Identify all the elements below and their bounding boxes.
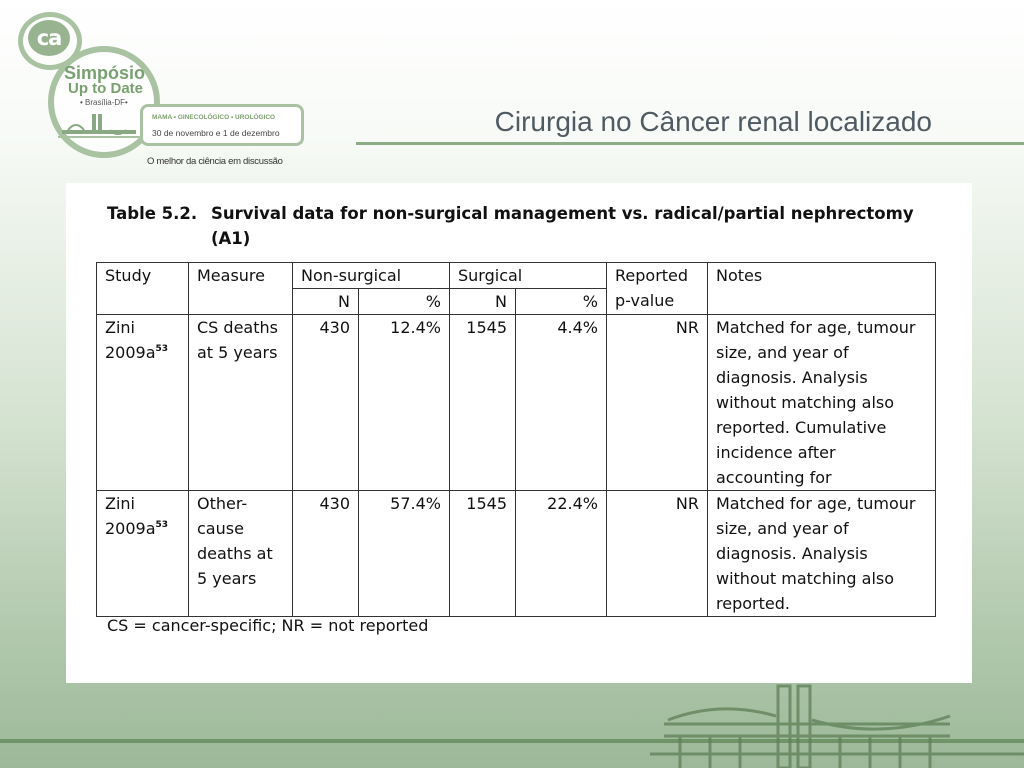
table-caption-line1: Survival data for non-surgical managemen… bbox=[211, 204, 914, 223]
logo-uptodate-text: Up to Date bbox=[68, 80, 143, 97]
table-caption: Table 5.2. Survival data for non-surgical… bbox=[107, 201, 942, 251]
header-non-surgical: Non-surgical bbox=[292, 262, 450, 289]
cell-study: Zini 2009a53 bbox=[96, 314, 189, 491]
cell-non-surgical-pct: 12.4% bbox=[358, 314, 450, 491]
logo-ca-mark: ca bbox=[28, 20, 70, 56]
logo-banner bbox=[140, 104, 304, 146]
cell-non-surgical-pct: 57.4% bbox=[358, 490, 450, 617]
cell-study: Zini 2009a53 bbox=[96, 490, 189, 617]
congress-building-icon bbox=[58, 114, 140, 138]
study-name: Zini 2009a bbox=[105, 494, 156, 538]
cell-p-value: NR bbox=[606, 314, 708, 491]
cell-non-surgical-n: 430 bbox=[292, 314, 359, 491]
table-caption-label: Table 5.2. bbox=[107, 204, 198, 223]
slide-title: Cirurgia no Câncer renal localizado bbox=[494, 106, 932, 137]
table-caption-line2: (A1) bbox=[211, 229, 251, 248]
header-measure: Measure bbox=[188, 262, 293, 315]
logo-tagline: O melhor da ciência em discussão bbox=[147, 156, 283, 167]
logo-dates-text: 30 de novembro e 1 de dezembro bbox=[152, 128, 280, 138]
cell-surgical-n: 1545 bbox=[449, 490, 516, 617]
header-surgical: Surgical bbox=[449, 262, 607, 289]
cell-p-value: NR bbox=[606, 490, 708, 617]
table-document: Table 5.2. Survival data for non-surgical… bbox=[66, 183, 972, 683]
study-reference: 53 bbox=[155, 520, 169, 530]
congress-building-icon bbox=[650, 684, 1024, 768]
logo-specialties-text: MAMA • GINECOLÓGICO • UROLÓGICO bbox=[152, 114, 276, 121]
table-row: Zini 2009a53 CS deaths at 5 years 430 12… bbox=[96, 314, 936, 491]
header-study: Study bbox=[96, 262, 189, 315]
cell-non-surgical-n: 430 bbox=[292, 490, 359, 617]
cell-measure: CS deaths at 5 years bbox=[188, 314, 293, 491]
cell-measure: Other-cause deaths at 5 years bbox=[188, 490, 293, 617]
cell-notes: Matched for age, tumour size, and year o… bbox=[707, 314, 936, 491]
header-notes: Notes bbox=[707, 262, 936, 315]
cell-notes: Matched for age, tumour size, and year o… bbox=[707, 490, 936, 617]
event-logo: ca Simpósio Up to Date • Brasília-DF• MA… bbox=[14, 8, 314, 178]
header-non-surgical-pct: % bbox=[358, 288, 450, 315]
header-p-value: Reported p-value bbox=[606, 262, 708, 315]
survival-data-table: Study Measure Non-surgical Surgical Repo… bbox=[96, 262, 936, 617]
header-non-surgical-n: N bbox=[292, 288, 359, 315]
table-footnote: CS = cancer-specific; NR = not reported bbox=[107, 616, 429, 635]
cell-surgical-pct: 22.4% bbox=[515, 490, 607, 617]
study-name: Zini 2009a bbox=[105, 318, 156, 362]
cell-surgical-pct: 4.4% bbox=[515, 314, 607, 491]
header-surgical-pct: % bbox=[515, 288, 607, 315]
title-divider bbox=[356, 142, 1024, 145]
header-surgical-n: N bbox=[449, 288, 516, 315]
cell-surgical-n: 1545 bbox=[449, 314, 516, 491]
table-row: Zini 2009a53 Other-cause deaths at 5 yea… bbox=[96, 490, 936, 617]
study-reference: 53 bbox=[155, 344, 169, 354]
table-header-row: Study Measure Non-surgical Surgical Repo… bbox=[96, 262, 936, 315]
